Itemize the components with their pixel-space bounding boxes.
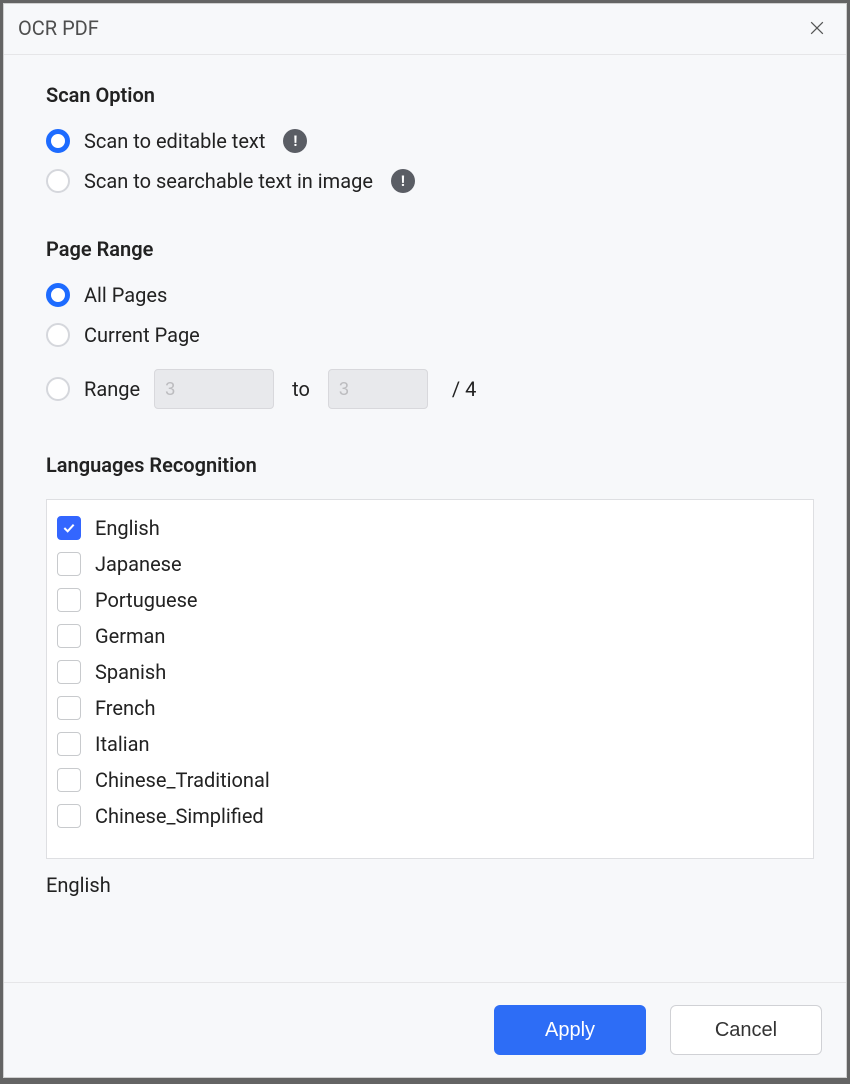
language-label: French	[95, 696, 156, 720]
radio-all-pages-label: All Pages	[84, 283, 167, 307]
language-label: Italian	[95, 732, 150, 756]
title-bar: OCR PDF	[4, 4, 846, 55]
languages-list[interactable]: English Japanese Portuguese German Spanish Fr…	[46, 499, 814, 859]
range-total: / 4	[452, 377, 476, 401]
radio-editable[interactable]	[46, 129, 70, 153]
language-label: Portuguese	[95, 588, 198, 612]
radio-searchable-label: Scan to searchable text in image	[84, 169, 373, 193]
language-label: German	[95, 624, 165, 648]
language-label: English	[95, 516, 160, 540]
page-range-heading: Page Range	[46, 237, 814, 261]
dialog-footer: Apply Cancel	[4, 982, 846, 1077]
language-label: Spanish	[95, 660, 166, 684]
radio-current-page-label: Current Page	[84, 323, 200, 347]
radio-current-page[interactable]	[46, 323, 70, 347]
info-icon[interactable]: !	[391, 169, 415, 193]
selected-languages-summary: English	[46, 873, 814, 897]
range-to-text: to	[288, 377, 314, 401]
language-item[interactable]: German	[55, 618, 805, 654]
close-icon[interactable]	[806, 17, 828, 39]
page-range-current[interactable]: Current Page	[46, 323, 814, 347]
radio-range[interactable]	[46, 377, 70, 401]
page-range-all[interactable]: All Pages	[46, 283, 814, 307]
language-item[interactable]: English	[55, 510, 805, 546]
language-label: Chinese_Simplified	[95, 804, 264, 828]
info-icon[interactable]: !	[283, 129, 307, 153]
language-item[interactable]: Chinese_Simplified	[55, 798, 805, 834]
dialog-content: Scan Option Scan to editable text ! Scan…	[4, 55, 846, 982]
ocr-pdf-dialog: OCR PDF Scan Option Scan to editable tex…	[3, 3, 847, 1078]
language-item[interactable]: Italian	[55, 726, 805, 762]
language-item[interactable]: Spanish	[55, 654, 805, 690]
radio-searchable[interactable]	[46, 169, 70, 193]
radio-range-label: Range	[84, 377, 140, 401]
language-checkbox[interactable]	[57, 696, 81, 720]
range-to-input[interactable]	[328, 369, 428, 409]
language-checkbox[interactable]	[57, 624, 81, 648]
language-item[interactable]: Portuguese	[55, 582, 805, 618]
cancel-button[interactable]: Cancel	[670, 1005, 822, 1055]
radio-editable-label: Scan to editable text	[84, 129, 265, 153]
language-item[interactable]: French	[55, 690, 805, 726]
language-item[interactable]: Japanese	[55, 546, 805, 582]
range-from-input[interactable]	[154, 369, 274, 409]
scan-option-searchable[interactable]: Scan to searchable text in image !	[46, 169, 814, 193]
language-checkbox[interactable]	[57, 768, 81, 792]
language-item[interactable]: Chinese_Traditional	[55, 762, 805, 798]
language-checkbox[interactable]	[57, 804, 81, 828]
scan-option-editable[interactable]: Scan to editable text !	[46, 129, 814, 153]
apply-button[interactable]: Apply	[494, 1005, 646, 1055]
radio-all-pages[interactable]	[46, 283, 70, 307]
language-label: Chinese_Traditional	[95, 768, 270, 792]
language-label: Japanese	[95, 552, 182, 576]
language-checkbox[interactable]	[57, 516, 81, 540]
language-checkbox[interactable]	[57, 552, 81, 576]
language-checkbox[interactable]	[57, 660, 81, 684]
page-range-custom[interactable]: Range to / 4	[46, 369, 814, 409]
scan-option-heading: Scan Option	[46, 83, 814, 107]
dialog-title: OCR PDF	[18, 16, 99, 40]
language-checkbox[interactable]	[57, 588, 81, 612]
language-checkbox[interactable]	[57, 732, 81, 756]
languages-heading: Languages Recognition	[46, 453, 814, 477]
